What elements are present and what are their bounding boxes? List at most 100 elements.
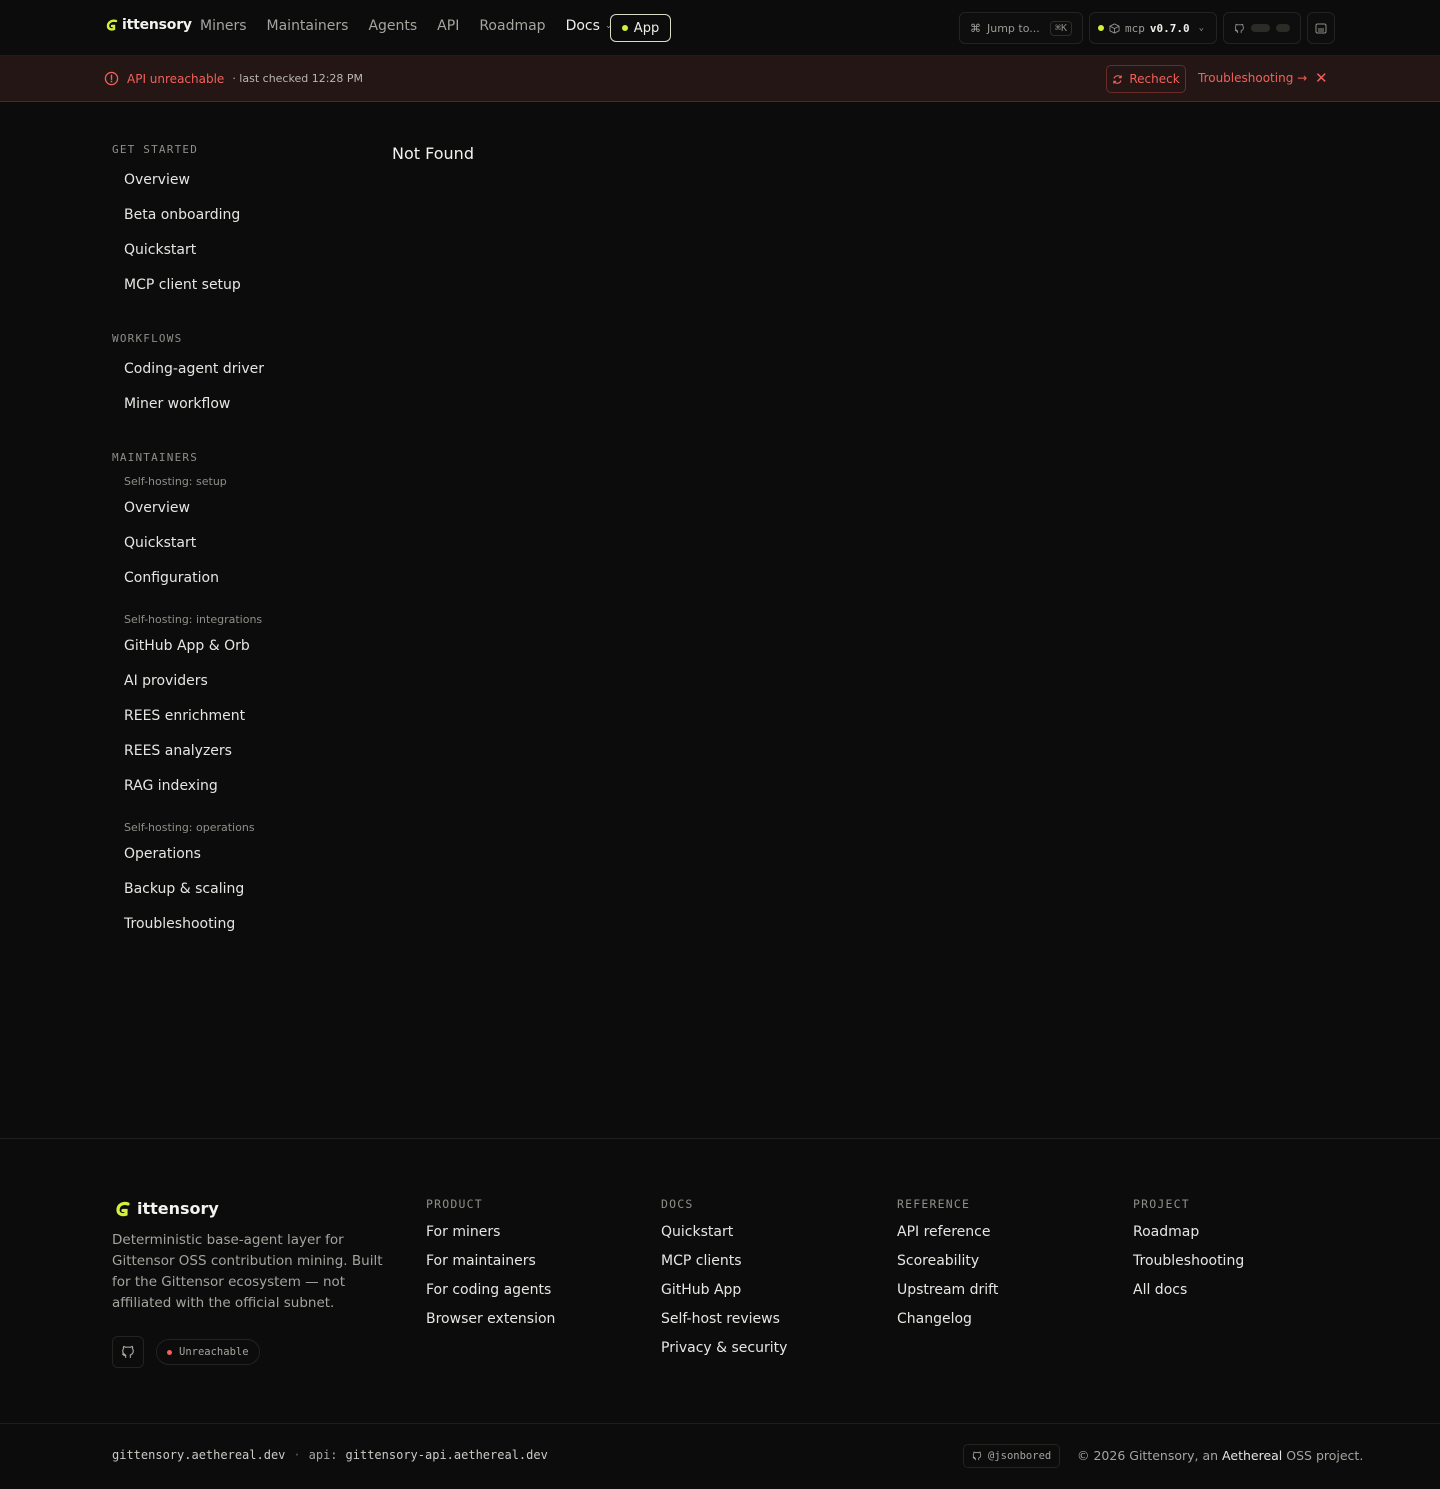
sidebar-heading-get-started: GET STARTED <box>112 143 199 156</box>
sidebar-item-selfhost-overview[interactable]: Overview <box>124 500 190 516</box>
troubleshooting-link[interactable]: Troubleshooting → <box>1198 71 1307 85</box>
sidebar-heading-maintainers: MAINTAINERS <box>112 451 199 464</box>
sidebar-item-github-app-orb[interactable]: GitHub App & Orb <box>124 638 250 654</box>
footer-link-github-app[interactable]: GitHub App <box>661 1282 787 1311</box>
footer-link-privacy-security[interactable]: Privacy & security <box>661 1340 787 1369</box>
aethereal-link[interactable]: Aethereal <box>1222 1448 1282 1463</box>
app-button[interactable]: App <box>610 14 671 42</box>
sidebar-item-overview[interactable]: Overview <box>124 172 190 188</box>
sidebar-item-operations[interactable]: Operations <box>124 846 201 862</box>
footer-link-troubleshooting[interactable]: Troubleshooting <box>1133 1253 1244 1282</box>
alert-last-checked: · last checked 12:28 PM <box>232 72 364 85</box>
footer-link-for-maintainers[interactable]: For maintainers <box>426 1253 555 1282</box>
nav-roadmap[interactable]: Roadmap <box>479 18 545 34</box>
footer-column-heading: PROJECT <box>1133 1197 1190 1211</box>
footer-github-button[interactable] <box>112 1336 144 1368</box>
api-status-badge: Unreachable <box>156 1339 260 1365</box>
mcp-version: v0.7.0 <box>1149 21 1190 35</box>
copyright: © 2026 Gittensory, an Aethereal OSS proj… <box>1077 1448 1363 1463</box>
sidebar-item-coding-agent-driver[interactable]: Coding-agent driver <box>124 361 264 377</box>
sidebar-subheading-integrations: Self-hosting: integrations <box>124 613 263 626</box>
sidebar-subheading-setup: Self-hosting: setup <box>124 475 227 488</box>
separator: · <box>293 1448 301 1462</box>
footer-link-api-reference[interactable]: API reference <box>897 1224 998 1253</box>
sidebar-item-configuration[interactable]: Configuration <box>124 570 219 586</box>
footer-link-browser-extension[interactable]: Browser extension <box>426 1311 555 1340</box>
main-nav: Miners Maintainers Agents API Roadmap Do… <box>200 18 612 34</box>
footer-link-changelog[interactable]: Changelog <box>897 1311 998 1340</box>
jump-to-button[interactable]: ⌘ Jump to... ⌘K <box>959 12 1083 44</box>
brand-name: ittensory <box>122 17 192 33</box>
footer-column-project: PROJECT Roadmap Troubleshooting All docs <box>1133 1197 1244 1311</box>
github-handle-link[interactable]: @jsonbored <box>963 1444 1061 1468</box>
github-icon <box>121 1345 134 1358</box>
alert-message: API unreachable · last checked 12:28 PM <box>104 71 363 86</box>
api-domain-link[interactable]: gittensory-api.aethereal.dev <box>346 1448 548 1462</box>
github-icon <box>972 1451 982 1461</box>
footer-link-all-docs[interactable]: All docs <box>1133 1282 1244 1311</box>
site-footer: ittensory Deterministic base-agent layer… <box>0 1138 1440 1489</box>
app-button-label: App <box>633 20 660 36</box>
terminal-toggle-button[interactable] <box>1307 12 1335 44</box>
footer-column-heading: PRODUCT <box>426 1197 483 1211</box>
footer-link-roadmap[interactable]: Roadmap <box>1133 1224 1244 1253</box>
nav-api[interactable]: API <box>437 18 459 34</box>
sidebar-item-rag-indexing[interactable]: RAG indexing <box>124 778 218 794</box>
copyright-prefix: © 2026 Gittensory, an <box>1077 1448 1219 1463</box>
sidebar-item-selfhost-quickstart[interactable]: Quickstart <box>124 535 196 551</box>
sidebar-item-troubleshooting[interactable]: Troubleshooting <box>124 916 235 932</box>
footer-brand-link[interactable]: ittensory <box>115 1199 219 1218</box>
nav-miners[interactable]: Miners <box>200 18 247 34</box>
page-title: Not Found <box>392 144 474 163</box>
sidebar-item-miner-workflow[interactable]: Miner workflow <box>124 396 230 412</box>
sidebar-item-ai-providers[interactable]: AI providers <box>124 673 208 689</box>
mcp-version-button[interactable]: mcp v0.7.0 ⌄ <box>1089 12 1217 44</box>
status-dot-icon <box>621 25 628 31</box>
footer-column-reference: REFERENCE API reference Scoreability Ups… <box>897 1197 998 1340</box>
terminal-icon <box>1315 23 1327 33</box>
sidebar-item-rees-enrichment[interactable]: REES enrichment <box>124 708 245 724</box>
github-icon <box>1234 23 1244 33</box>
loading-placeholder <box>1250 24 1271 32</box>
footer-link-upstream-drift[interactable]: Upstream drift <box>897 1282 998 1311</box>
sidebar-item-rees-analyzers[interactable]: REES analyzers <box>124 743 232 759</box>
jump-shortcut: ⌘K <box>1049 20 1072 36</box>
loading-placeholder <box>1276 24 1290 32</box>
brand-link[interactable]: ittensory <box>106 17 192 33</box>
status-dot-icon <box>167 1349 172 1355</box>
g-leaf-logo-icon <box>106 19 118 31</box>
api-status-alert: API unreachable · last checked 12:28 PM … <box>0 56 1440 102</box>
recheck-button[interactable]: Recheck <box>1106 65 1186 93</box>
nav-agents[interactable]: Agents <box>368 18 417 34</box>
sidebar-item-beta-onboarding[interactable]: Beta onboarding <box>124 207 240 223</box>
footer-link-quickstart[interactable]: Quickstart <box>661 1224 787 1253</box>
alert-circle-icon <box>104 71 119 86</box>
api-status-label: Unreachable <box>179 1346 249 1358</box>
top-nav: ittensory Miners Maintainers Agents API … <box>0 0 1440 56</box>
alert-title: API unreachable <box>127 71 225 86</box>
footer-description: Deterministic base-agent layer for Gitte… <box>112 1232 383 1311</box>
footer-column-heading: REFERENCE <box>897 1197 971 1211</box>
mcp-label: mcp <box>1125 21 1145 35</box>
sidebar-item-mcp-client-setup[interactable]: MCP client setup <box>124 277 241 293</box>
nav-docs-dropdown[interactable]: Docs ⌄ <box>566 18 613 34</box>
close-icon[interactable]: ✕ <box>1315 69 1328 87</box>
recheck-label: Recheck <box>1129 72 1180 86</box>
site-domain-link[interactable]: gittensory.aethereal.dev <box>112 1448 285 1462</box>
api-label: api: <box>308 1448 338 1462</box>
github-stars-button[interactable] <box>1223 12 1301 44</box>
footer-link-self-host-reviews[interactable]: Self-host reviews <box>661 1311 787 1340</box>
footer-link-for-miners[interactable]: For miners <box>426 1224 555 1253</box>
sidebar-item-quickstart[interactable]: Quickstart <box>124 242 196 258</box>
footer-link-mcp-clients[interactable]: MCP clients <box>661 1253 787 1282</box>
footer-link-scoreability[interactable]: Scoreability <box>897 1253 998 1282</box>
footer-link-for-coding-agents[interactable]: For coding agents <box>426 1282 555 1311</box>
chevron-down-icon: ⌄ <box>1198 23 1205 33</box>
github-handle: @jsonbored <box>988 1450 1052 1462</box>
footer-column-heading: DOCS <box>661 1197 694 1211</box>
sidebar-item-backup-scaling[interactable]: Backup & scaling <box>124 881 244 897</box>
nav-docs-label: Docs <box>565 18 600 34</box>
nav-maintainers[interactable]: Maintainers <box>267 18 349 34</box>
refresh-icon <box>1113 74 1123 84</box>
footer-bottom-bar: gittensory.aethereal.dev · api: gittenso… <box>0 1423 1440 1489</box>
